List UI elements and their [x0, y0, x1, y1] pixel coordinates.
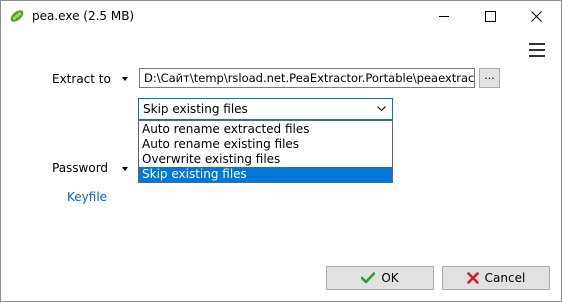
- maximize-button[interactable]: [467, 1, 513, 31]
- extract-options-arrow-icon[interactable]: [122, 77, 128, 81]
- option-overwrite-existing[interactable]: Overwrite existing files: [139, 152, 392, 167]
- minimize-button[interactable]: [421, 1, 467, 31]
- x-icon: [466, 272, 479, 284]
- ok-button[interactable]: OK: [326, 266, 434, 290]
- hamburger-menu-icon[interactable]: [529, 43, 545, 57]
- password-label: Password: [52, 161, 109, 175]
- option-auto-rename-extracted[interactable]: Auto rename extracted files: [139, 122, 392, 137]
- extract-to-label: Extract to: [52, 72, 111, 86]
- minimize-icon: [439, 15, 449, 17]
- overwrite-mode-select[interactable]: Skip existing files: [138, 98, 393, 120]
- checkmark-icon: [361, 272, 376, 284]
- close-icon: [530, 10, 542, 22]
- app-window: pea.exe (2.5 MB) Extract to D:\Сайт\temp…: [0, 0, 562, 302]
- chevron-down-icon: [377, 106, 386, 112]
- extract-path-input[interactable]: D:\Сайт\temp\rsload.net.PeaExtractor.Por…: [139, 68, 475, 88]
- browse-button[interactable]: ...: [479, 68, 500, 88]
- maximize-icon: [484, 10, 496, 22]
- ok-label: OK: [381, 271, 399, 285]
- cancel-button[interactable]: Cancel: [442, 266, 550, 290]
- option-skip-existing[interactable]: Skip existing files: [139, 167, 392, 182]
- cancel-label: Cancel: [484, 271, 526, 285]
- option-auto-rename-existing[interactable]: Auto rename existing files: [139, 137, 392, 152]
- title-bar[interactable]: pea.exe (2.5 MB): [1, 1, 561, 31]
- pea-pod-icon: [9, 8, 25, 24]
- overwrite-mode-dropdown: Auto rename extracted files Auto rename …: [138, 120, 393, 183]
- close-button[interactable]: [513, 1, 559, 31]
- password-options-arrow-icon[interactable]: [122, 167, 128, 171]
- keyfile-link[interactable]: Keyfile: [67, 190, 107, 204]
- window-title: pea.exe (2.5 MB): [32, 9, 135, 23]
- overwrite-mode-value: Skip existing files: [143, 102, 248, 116]
